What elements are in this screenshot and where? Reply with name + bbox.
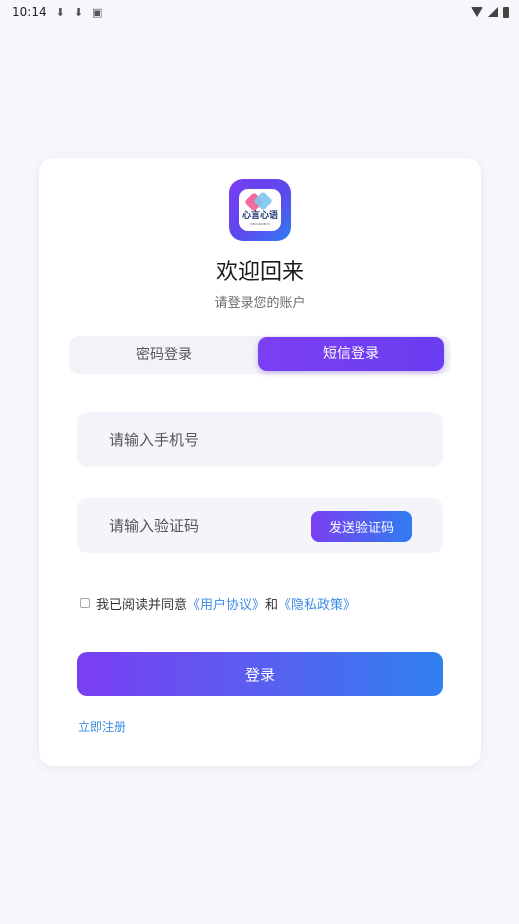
login-mode-tabs: 密码登录 短信登录: [69, 336, 451, 374]
page-subtitle: 请登录您的账户: [214, 296, 306, 311]
agreement-row: 我已阅读并同意 《用户协议》 和 《隐私政策》: [80, 594, 356, 613]
send-code-button[interactable]: 发送验证码: [311, 511, 412, 542]
battery-icon: [503, 6, 509, 18]
phone-field: [77, 412, 443, 467]
logo-badge: 心言心语 XINYANXINYU: [239, 189, 281, 231]
register-link[interactable]: 立即注册: [78, 718, 126, 735]
tab-sms-login[interactable]: 短信登录: [258, 337, 444, 371]
verification-code-input[interactable]: [109, 498, 329, 553]
signal-icon: [488, 7, 498, 17]
status-right: [471, 6, 509, 18]
logo-text: 心言心语: [241, 211, 278, 221]
download-icon: ⬇: [73, 5, 84, 19]
phone-input[interactable]: [109, 412, 329, 467]
agreement-checkbox[interactable]: [80, 598, 90, 608]
page-title: 欢迎回来: [215, 260, 304, 285]
code-field: 发送验证码: [77, 498, 443, 553]
agreement-and: 和: [265, 597, 279, 613]
app-logo: 心言心语 XINYANXINYU: [229, 179, 291, 241]
status-left: 10:14 ⬇ ⬇ ▣: [12, 5, 102, 19]
user-agreement-link[interactable]: 《用户协议》: [187, 594, 265, 613]
download-icon: ⬇: [55, 5, 65, 19]
status-time: 10:14: [12, 5, 47, 19]
privacy-policy-link[interactable]: 《隐私政策》: [278, 594, 356, 613]
status-bar: 10:14 ⬇ ⬇ ▣: [0, 0, 519, 24]
app-icon: ▣: [92, 5, 103, 19]
wifi-icon: [471, 7, 483, 17]
login-button[interactable]: 登录: [77, 652, 443, 696]
login-card: 心言心语 XINYANXINYU 欢迎回来 请登录您的账户 密码登录 短信登录 …: [39, 158, 481, 766]
logo-subtext: XINYANXINYU: [249, 222, 271, 226]
tab-password-login[interactable]: 密码登录: [69, 336, 259, 374]
agreement-prefix: 我已阅读并同意: [96, 597, 188, 613]
